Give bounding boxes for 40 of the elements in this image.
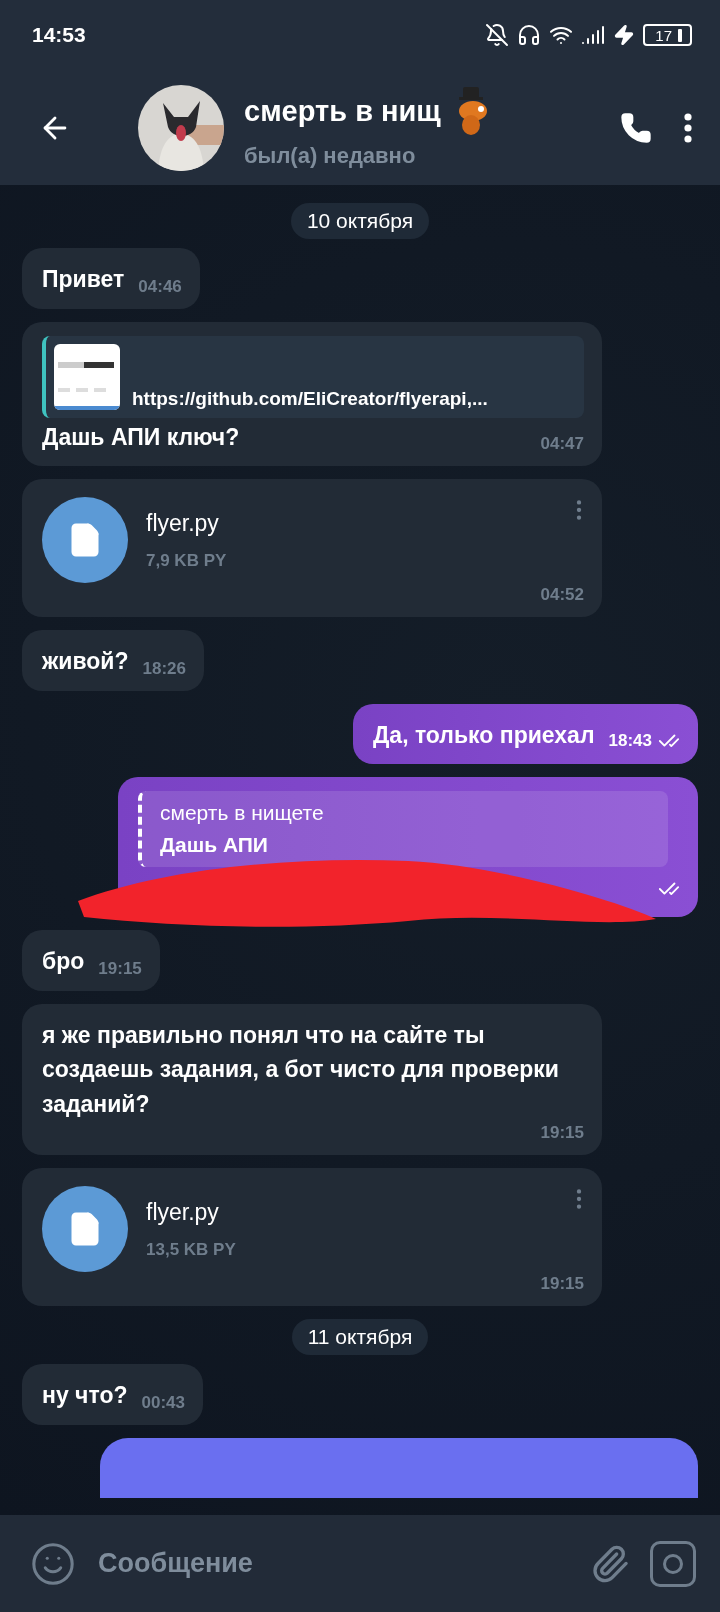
quote-text: Дашь АПИ (160, 833, 269, 857)
charging-icon (613, 24, 636, 46)
signal-icon (581, 23, 606, 47)
reply-quote[interactable]: смерть в нищете Дашь АПИ (138, 791, 668, 867)
menu-icon (684, 112, 692, 143)
phone-icon (620, 111, 652, 144)
clock: 14:53 (32, 23, 87, 47)
message-text: ну что? (42, 1381, 128, 1410)
date-chip: 11 октября (291, 1319, 429, 1355)
file-name: flyer.py (146, 1198, 220, 1226)
message-text: я же правильно понял что на сайте ты создаешь задания, а бот чисто для проверки заданий? (42, 1020, 560, 1119)
attach-icon[interactable] (590, 1543, 630, 1584)
chat-name: смерть в нищ (244, 95, 441, 128)
message-time: 04:46 (138, 276, 182, 297)
battery-level: 17 (655, 26, 672, 44)
link-preview[interactable]: https://github.com/EliCreator/flyerapi,... (42, 335, 584, 418)
message-text: бро (42, 947, 85, 976)
camera-button[interactable] (650, 1540, 696, 1587)
last-seen-status: был(а) недавно (244, 142, 417, 169)
date-chip: 10 октября (290, 203, 430, 239)
message-time: 00:43 (141, 1392, 185, 1413)
message-time: 04:47 (540, 434, 584, 454)
message-text: Привет (42, 265, 125, 294)
emoji-icon[interactable] (30, 1540, 76, 1587)
message-time: 18:26 (142, 658, 186, 679)
message-time: 19:15 (540, 1274, 584, 1294)
message-time: 04:52 (540, 585, 584, 605)
file-size: 13,5 KB PY (146, 1239, 237, 1260)
headphones-icon (517, 23, 542, 47)
message-time: 18:43 (608, 731, 652, 751)
message-time: 19:15 (98, 958, 142, 979)
message-text: живой? (42, 647, 129, 676)
bell-off-icon (485, 23, 510, 47)
message-text: Дашь АПИ ключ? (42, 422, 240, 452)
quote-author: смерть в нищете (160, 801, 325, 825)
message-text: Да, только приехал (372, 720, 595, 750)
link-url[interactable]: https://github.com/EliCreator/flyerapi,... (132, 387, 488, 410)
file-name: flyer.py (146, 509, 220, 537)
file-size: 7,9 KB PY (146, 550, 228, 571)
message-time: 19:15 (540, 1123, 584, 1143)
